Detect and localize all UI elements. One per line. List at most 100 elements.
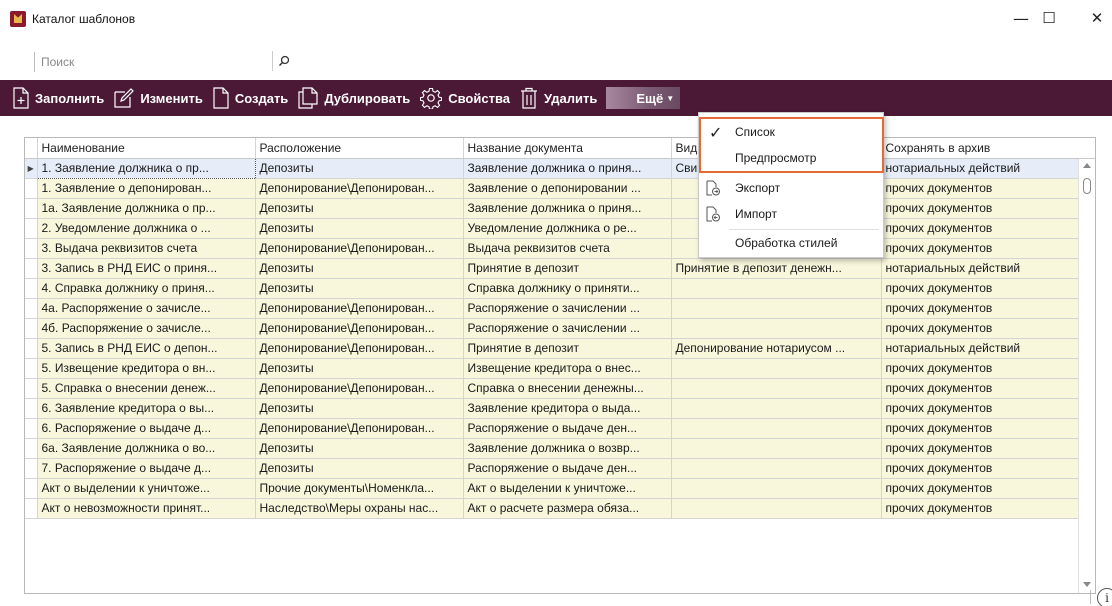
table-row[interactable]: 4б. Распоряжение о зачисле... Депонирован… <box>25 318 1095 339</box>
cell-document-name[interactable]: Извещение кредитора о внес... <box>463 358 672 379</box>
cell-document-name[interactable]: Выдача реквизитов счета <box>463 238 672 259</box>
cell-archive[interactable]: прочих документов <box>881 278 1095 299</box>
cell-name[interactable]: 4а. Распоряжение о зачисле... <box>37 298 256 319</box>
cell-archive[interactable]: прочих документов <box>881 418 1095 439</box>
cell-archive[interactable]: прочих документов <box>881 458 1095 479</box>
table-row[interactable]: 7. Распоряжение о выдаче д... Депозиты Рас… <box>25 458 1095 479</box>
cell-name[interactable]: 5. Запись в РНД ЕИС о депон... <box>37 338 256 359</box>
cell-archive[interactable]: прочих документов <box>881 318 1095 339</box>
cell-kind[interactable] <box>671 298 882 319</box>
cell-name[interactable]: 6а. Заявление должника о во... <box>37 438 256 459</box>
cell-kind[interactable] <box>671 378 882 399</box>
cell-location[interactable]: Депозиты <box>255 158 464 179</box>
properties-button[interactable]: Свойства <box>415 80 515 116</box>
table-row[interactable]: 2. Уведомление должника о ... Депозиты Уве… <box>25 218 1095 239</box>
table-row[interactable]: 4. Справка должнику о приня... Депозиты Сп… <box>25 278 1095 299</box>
cell-kind[interactable] <box>671 358 882 379</box>
cell-document-name[interactable]: Принятие в депозит <box>463 258 672 279</box>
cell-archive[interactable]: прочих документов <box>881 198 1095 219</box>
maximize-button[interactable]: ☐ <box>1026 0 1072 36</box>
cell-archive[interactable]: прочих документов <box>881 398 1095 419</box>
menu-item-preview[interactable]: Предпросмотр <box>699 145 883 171</box>
cell-name[interactable]: 5. Справка о внесении денеж... <box>37 378 256 399</box>
cell-kind[interactable] <box>671 278 882 299</box>
cell-archive[interactable]: прочих документов <box>881 238 1095 259</box>
table-row[interactable]: Акт о невозможности принят... Наследство\… <box>25 498 1095 519</box>
cell-location[interactable]: Депонирование\Депонирован... <box>255 318 464 339</box>
cell-kind[interactable] <box>671 318 882 339</box>
cell-location[interactable]: Депонирование\Депонирован... <box>255 338 464 359</box>
table-row[interactable]: ▶ 1. Заявление должника о пр... Депозиты За… <box>25 157 1095 179</box>
scroll-up-arrow-icon[interactable] <box>1083 163 1091 168</box>
table-row[interactable]: 3. Выдача реквизитов счета Депонирование\… <box>25 238 1095 259</box>
cell-name[interactable]: 3. Запись в РНД ЕИС о приня... <box>37 258 256 279</box>
cell-document-name[interactable]: Заявление кредитора о выда... <box>463 398 672 419</box>
cell-document-name[interactable]: Заявление должника о приня... <box>463 158 672 179</box>
search-input[interactable] <box>41 53 271 71</box>
scrollbar-thumb[interactable] <box>1083 178 1091 194</box>
table-row[interactable]: 5. Запись в РНД ЕИС о депон... Депонирова… <box>25 338 1095 359</box>
cell-archive[interactable]: прочих документов <box>881 438 1095 459</box>
cell-location[interactable]: Прочие документы\Номенкла... <box>255 478 464 499</box>
column-header-archive[interactable]: Сохранять в архив <box>881 138 1095 159</box>
delete-button[interactable]: Удалить <box>515 80 602 116</box>
table-row[interactable]: 4а. Распоряжение о зачисле... Депонирован… <box>25 298 1095 319</box>
scroll-down-arrow-icon[interactable] <box>1083 582 1091 587</box>
duplicate-button[interactable]: Дублировать <box>293 80 415 116</box>
edit-button[interactable]: Изменить <box>109 80 208 116</box>
menu-item-styles[interactable]: Обработка стилей <box>699 230 883 256</box>
cell-document-name[interactable]: Распоряжение о зачислении ... <box>463 318 672 339</box>
cell-name[interactable]: 7. Распоряжение о выдаче д... <box>37 458 256 479</box>
cell-kind[interactable]: Депонирование нотариусом ... <box>671 338 882 359</box>
more-button[interactable]: Ещё ▼ <box>606 87 681 109</box>
cell-document-name[interactable]: Распоряжение о зачислении ... <box>463 298 672 319</box>
cell-document-name[interactable]: Распоряжение о выдаче ден... <box>463 458 672 479</box>
cell-name[interactable]: 5. Извещение кредитора о вн... <box>37 358 256 379</box>
cell-archive[interactable]: прочих документов <box>881 498 1095 519</box>
menu-item-list[interactable]: ✓ Список <box>699 119 883 145</box>
cell-location[interactable]: Депозиты <box>255 278 464 299</box>
cell-location[interactable]: Депонирование\Депонирован... <box>255 418 464 439</box>
info-icon[interactable]: i <box>1097 588 1112 606</box>
create-button[interactable]: Создать <box>208 80 293 116</box>
cell-document-name[interactable]: Справка о внесении денежны... <box>463 378 672 399</box>
fill-button[interactable]: Заполнить <box>8 80 109 116</box>
table-row[interactable]: 1а. Заявление должника о пр... Депозиты За… <box>25 198 1095 219</box>
menu-item-export[interactable]: Экспорт <box>699 175 883 201</box>
cell-name[interactable]: Акт о выделении к уничтоже... <box>37 478 256 499</box>
cell-name[interactable]: 4. Справка должнику о приня... <box>37 278 256 299</box>
table-row[interactable]: 1. Заявление о депонирован... Депонирован… <box>25 178 1095 199</box>
cell-location[interactable]: Депозиты <box>255 438 464 459</box>
cell-name[interactable]: 1. Заявление должника о пр... <box>36 157 256 179</box>
cell-name[interactable]: 6. Распоряжение о выдаче д... <box>37 418 256 439</box>
cell-location[interactable]: Депозиты <box>255 458 464 479</box>
cell-kind[interactable] <box>671 458 882 479</box>
cell-document-name[interactable]: Справка должнику о приняти... <box>463 278 672 299</box>
cell-location[interactable]: Депонирование\Депонирован... <box>255 378 464 399</box>
cell-document-name[interactable]: Уведомление должника о ре... <box>463 218 672 239</box>
cell-archive[interactable]: прочих документов <box>881 298 1095 319</box>
cell-document-name[interactable]: Акт о расчете размера обяза... <box>463 498 672 519</box>
column-header-document-name[interactable]: Название документа <box>463 138 672 159</box>
search-button[interactable] <box>272 51 294 71</box>
table-row[interactable]: Акт о выделении к уничтоже... Прочие доку… <box>25 478 1095 499</box>
column-header-name[interactable]: Наименование <box>37 138 256 159</box>
cell-archive[interactable]: прочих документов <box>881 218 1095 239</box>
table-row[interactable]: 6. Распоряжение о выдаче д... Депонирован… <box>25 418 1095 439</box>
cell-location[interactable]: Депонирование\Депонирован... <box>255 238 464 259</box>
cell-name[interactable]: 2. Уведомление должника о ... <box>37 218 256 239</box>
cell-location[interactable]: Депонирование\Депонирован... <box>255 298 464 319</box>
menu-item-import[interactable]: Импорт <box>699 201 883 227</box>
cell-archive[interactable]: прочих документов <box>881 358 1095 379</box>
cell-kind[interactable] <box>671 478 882 499</box>
table-row[interactable]: 5. Справка о внесении денеж... Депонирова… <box>25 378 1095 399</box>
table-row[interactable]: 6. Заявление кредитора о вы... Депозиты За… <box>25 398 1095 419</box>
cell-kind[interactable] <box>671 498 882 519</box>
close-button[interactable]: ✕ <box>1074 0 1112 36</box>
cell-document-name[interactable]: Принятие в депозит <box>463 338 672 359</box>
cell-archive[interactable]: прочих документов <box>881 378 1095 399</box>
cell-name[interactable]: 6. Заявление кредитора о вы... <box>37 398 256 419</box>
cell-archive[interactable]: нотариальных действий <box>881 258 1095 279</box>
cell-kind[interactable]: Принятие в депозит денежн... <box>671 258 882 279</box>
cell-document-name[interactable]: Заявление о депонировании ... <box>463 178 672 199</box>
